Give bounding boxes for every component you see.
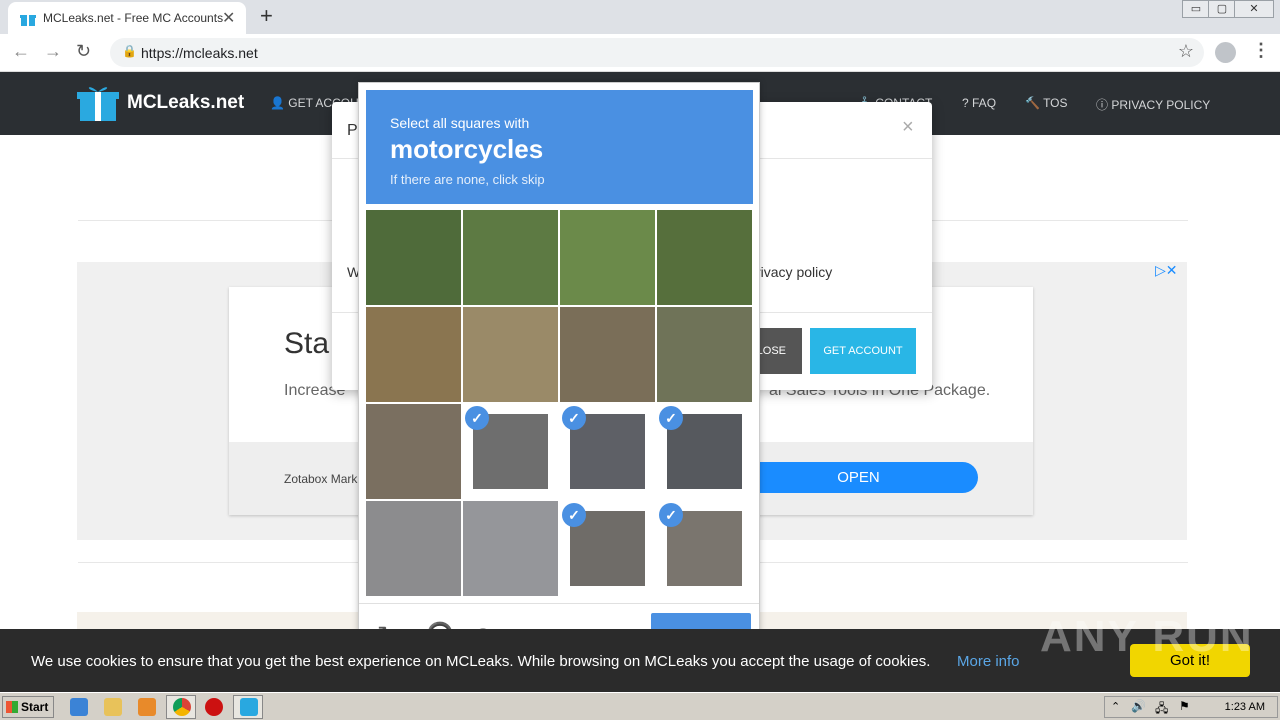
opera-icon[interactable] xyxy=(205,698,223,716)
site-logo[interactable]: MCLeaks.net xyxy=(127,92,244,114)
checkmark-icon: ✓ xyxy=(465,406,489,430)
captcha-tile-image xyxy=(366,210,461,305)
folder-icon[interactable] xyxy=(104,698,122,716)
get-account-button[interactable]: GET ACCOUNT xyxy=(810,328,916,374)
nav-faq-label: FAQ xyxy=(972,96,997,110)
captcha-tile-image xyxy=(366,307,461,402)
media-player-icon[interactable] xyxy=(138,698,156,716)
cookie-more-link[interactable]: More info xyxy=(957,653,1020,670)
minimize-button[interactable]: ▭ xyxy=(1182,0,1210,18)
captcha-challenge: Select all squares with motorcycles If t… xyxy=(358,82,760,664)
captcha-tile-image xyxy=(657,307,752,402)
checkmark-icon: ✓ xyxy=(562,406,586,430)
captcha-tile-image xyxy=(463,210,558,305)
browser-tab[interactable]: MCLeaks.net - Free MC Accounts ✕ xyxy=(8,2,246,34)
gift-icon xyxy=(240,698,258,716)
system-tray: ⌃ 🔊 🖧 ⚑ 1:23 AM xyxy=(1104,696,1278,718)
cookie-text: We use cookies to ensure that you get th… xyxy=(31,653,931,670)
captcha-target: motorcycles xyxy=(390,134,544,164)
ad-brand: Zotabox Mark xyxy=(284,472,358,486)
captcha-tile[interactable] xyxy=(366,501,461,596)
flag-icon[interactable]: ⚑ xyxy=(1179,699,1190,713)
ad-headline: Sta xyxy=(284,327,330,360)
captcha-tile[interactable] xyxy=(560,210,655,305)
captcha-tile-image xyxy=(560,210,655,305)
captcha-tile[interactable] xyxy=(657,210,752,305)
address-bar[interactable]: 🔒 https://mcleaks.net ☆ xyxy=(110,38,1204,67)
captcha-tile[interactable] xyxy=(366,210,461,305)
captcha-tile-image xyxy=(366,404,461,499)
tab-title: MCLeaks.net - Free MC Accounts xyxy=(43,11,224,25)
nav-faq[interactable]: ? FAQ xyxy=(962,96,996,110)
captcha-tile[interactable] xyxy=(366,404,461,499)
captcha-tile[interactable] xyxy=(560,307,655,402)
captcha-instruction: Select all squares with xyxy=(390,115,530,131)
tray-arrow-icon[interactable]: ⌃ xyxy=(1111,700,1120,713)
forward-arrow-icon[interactable]: → xyxy=(44,41,62,62)
checkmark-icon: ✓ xyxy=(659,406,683,430)
captcha-tile[interactable] xyxy=(463,307,558,402)
captcha-header: Select all squares with motorcycles If t… xyxy=(366,90,753,204)
nav-privacy[interactable]: ⓘ PRIVACY POLICY xyxy=(1096,96,1210,113)
network-icon[interactable]: 🖧 xyxy=(1155,699,1168,720)
captcha-hint: If there are none, click skip xyxy=(390,172,545,187)
tab-close-icon[interactable]: ✕ xyxy=(222,8,235,28)
new-tab-button[interactable]: + xyxy=(260,3,273,29)
start-button[interactable]: Start xyxy=(2,696,54,718)
captcha-divider xyxy=(359,603,759,604)
captcha-tile[interactable] xyxy=(366,307,461,402)
browser-toolbar: ← → ↻ 🔒 https://mcleaks.net ☆ ⋮ xyxy=(0,34,1280,72)
nav-privacy-label: PRIVACY POLICY xyxy=(1111,98,1211,112)
captcha-tile[interactable] xyxy=(463,210,558,305)
captcha-grid: ✓ ✓ ✓ ✓ ✓ xyxy=(366,210,753,597)
browser-tab-strip: MCLeaks.net - Free MC Accounts ✕ + ▭ ▢ ✕ xyxy=(0,0,1280,34)
ad-open-button[interactable]: OPEN xyxy=(739,462,978,493)
gift-logo-icon xyxy=(77,87,119,121)
menu-dots-icon[interactable]: ⋮ xyxy=(1252,40,1270,61)
url-text: https://mcleaks.net xyxy=(141,45,258,61)
windows-flag-icon xyxy=(6,701,18,713)
clock: 1:23 AM xyxy=(1224,701,1265,713)
captcha-tile-image xyxy=(463,501,558,596)
profile-avatar[interactable] xyxy=(1215,42,1236,63)
volume-icon[interactable]: 🔊 xyxy=(1131,699,1146,713)
ie-icon[interactable] xyxy=(70,698,88,716)
lock-icon: 🔒 xyxy=(122,44,137,58)
modal-privacy-text: rivacy policy xyxy=(756,264,833,280)
close-window-button[interactable]: ✕ xyxy=(1234,0,1274,18)
modal-close-icon[interactable]: × xyxy=(902,116,914,139)
captcha-tile-image xyxy=(463,307,558,402)
mcleaks-taskbar-button[interactable] xyxy=(233,695,263,719)
back-arrow-icon[interactable]: ← xyxy=(12,41,30,62)
anyrun-watermark: ANY RUN xyxy=(1040,612,1254,661)
checkmark-icon: ✓ xyxy=(659,503,683,527)
captcha-tile[interactable] xyxy=(657,307,752,402)
ad-choices-icon[interactable]: ▷✕ xyxy=(1155,262,1178,279)
nav-tos[interactable]: 🔨 TOS xyxy=(1025,96,1068,110)
modal-title: P xyxy=(347,122,358,139)
reload-icon[interactable]: ↻ xyxy=(76,41,91,62)
checkmark-icon: ✓ xyxy=(562,503,586,527)
captcha-tile-image xyxy=(366,501,461,596)
maximize-button[interactable]: ▢ xyxy=(1208,0,1236,18)
start-label: Start xyxy=(21,700,49,714)
captcha-tile-image xyxy=(560,307,655,402)
captcha-tile[interactable] xyxy=(463,501,558,596)
nav-tos-label: TOS xyxy=(1043,96,1068,110)
bookmark-star-icon[interactable]: ☆ xyxy=(1178,41,1194,62)
captcha-tile-image xyxy=(657,210,752,305)
taskbar: Start ⌃ 🔊 🖧 ⚑ 1:23 AM xyxy=(0,692,1280,720)
chrome-taskbar-button[interactable] xyxy=(166,695,196,719)
chrome-icon xyxy=(173,698,191,716)
gift-icon xyxy=(20,15,36,26)
